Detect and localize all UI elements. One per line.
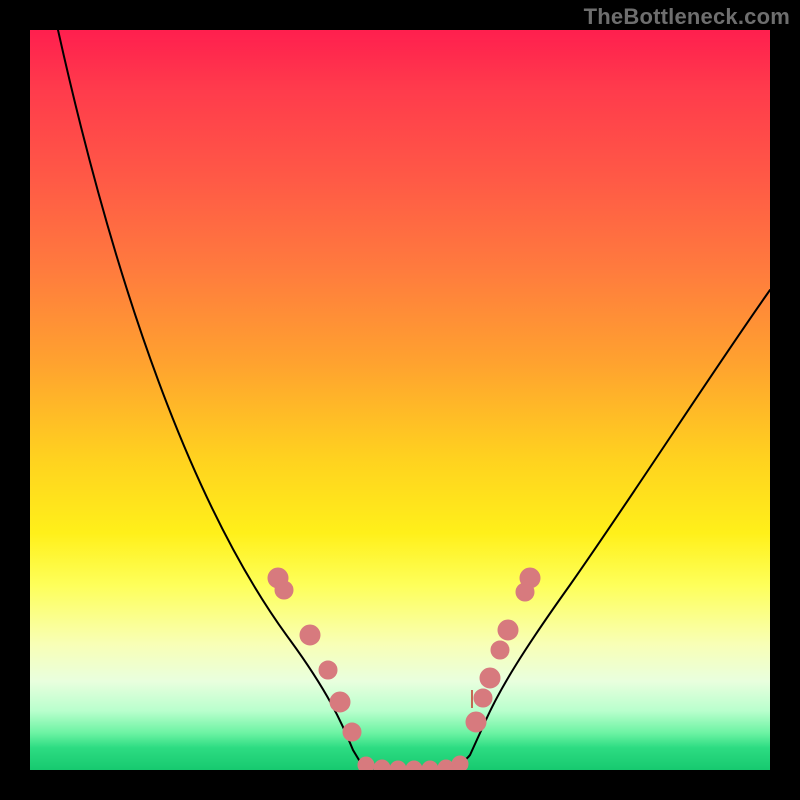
marker-layer bbox=[268, 568, 540, 770]
scatter-dot bbox=[343, 723, 361, 741]
scatter-dot bbox=[275, 581, 293, 599]
curve-left-curve bbox=[58, 30, 400, 770]
gradient-plot-area bbox=[30, 30, 770, 770]
curve-right-curve bbox=[418, 290, 770, 770]
scatter-dot bbox=[390, 761, 406, 770]
scatter-dot bbox=[452, 756, 468, 770]
scatter-dot bbox=[358, 757, 374, 770]
scatter-dot bbox=[300, 625, 320, 645]
scatter-dot bbox=[422, 761, 438, 770]
scatter-dot bbox=[516, 583, 534, 601]
scatter-dot bbox=[491, 641, 509, 659]
scatter-dot bbox=[319, 661, 337, 679]
chart-svg bbox=[30, 30, 770, 770]
scatter-dot bbox=[406, 761, 422, 770]
scatter-dot bbox=[474, 689, 492, 707]
scatter-dot bbox=[330, 692, 350, 712]
scatter-dot bbox=[498, 620, 518, 640]
scatter-dot bbox=[466, 712, 486, 732]
chart-stage: TheBottleneck.com bbox=[0, 0, 800, 800]
scatter-dot bbox=[480, 668, 500, 688]
watermark-text: TheBottleneck.com bbox=[584, 4, 790, 30]
scatter-dot bbox=[374, 760, 390, 770]
curve-layer bbox=[58, 30, 770, 770]
